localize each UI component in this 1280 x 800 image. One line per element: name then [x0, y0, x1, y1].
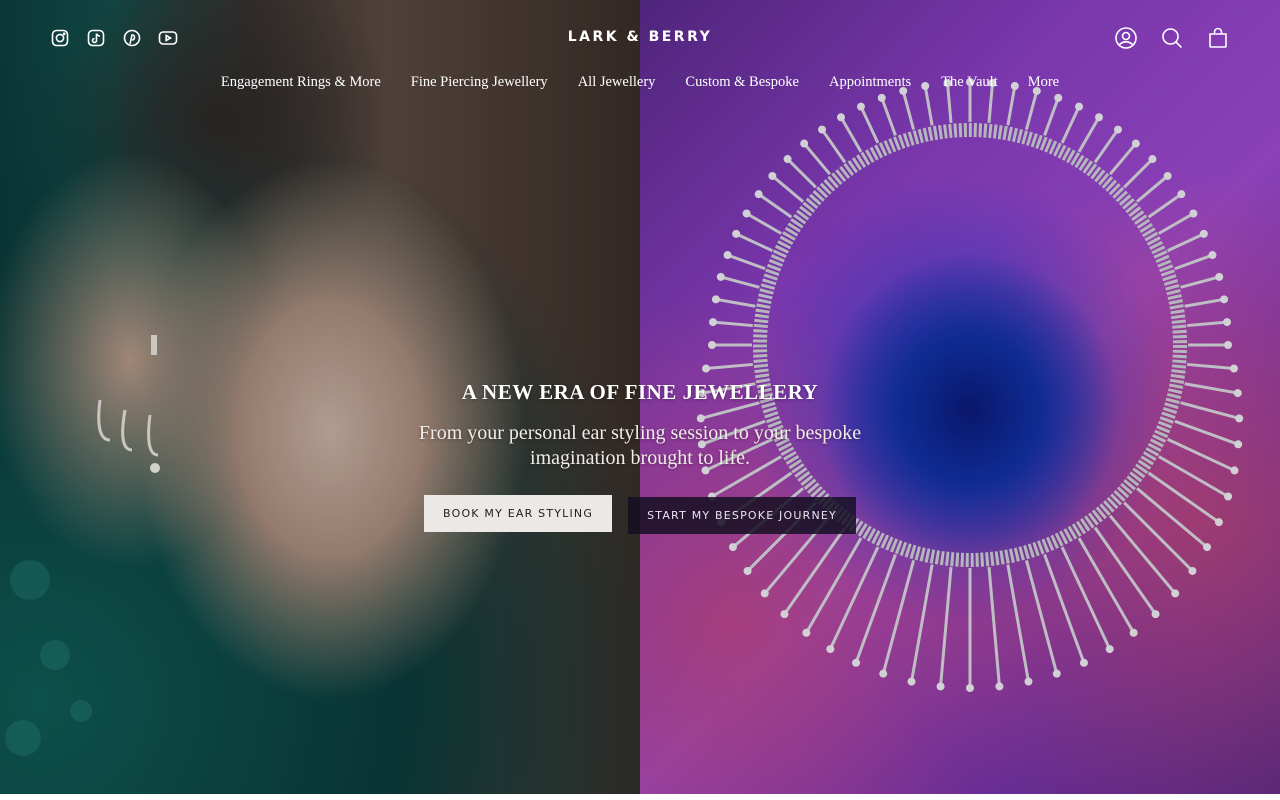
hero-content: A NEW ERA OF FINE JEWELLERY From your pe…: [0, 380, 1280, 534]
hero-buttons: BOOK MY EAR STYLING START MY BESPOKE JOU…: [0, 495, 1280, 534]
main-navigation: Engagement Rings & More Fine Piercing Je…: [0, 74, 1280, 91]
nav-item-appointments[interactable]: Appointments: [829, 74, 911, 91]
pinterest-icon[interactable]: [122, 28, 142, 48]
nav-item-the-vault[interactable]: The Vault: [941, 74, 998, 91]
cart-icon[interactable]: [1206, 26, 1230, 50]
nav-item-more[interactable]: More: [1028, 74, 1059, 91]
hero-headline: A NEW ERA OF FINE JEWELLERY: [461, 380, 819, 404]
social-links: [50, 28, 178, 48]
search-icon[interactable]: [1160, 26, 1184, 50]
nav-item-fine-piercing[interactable]: Fine Piercing Jewellery: [411, 74, 548, 91]
youtube-icon[interactable]: [158, 28, 178, 48]
nav-item-all-jewellery[interactable]: All Jewellery: [578, 74, 656, 91]
book-ear-styling-button[interactable]: BOOK MY EAR STYLING: [424, 495, 613, 532]
hero-subtext: From your personal ear styling session t…: [418, 422, 862, 469]
instagram-icon[interactable]: [50, 28, 70, 48]
start-bespoke-journey-button[interactable]: START MY BESPOKE JOURNEY: [628, 497, 856, 534]
site-logo[interactable]: LARK & BERRY: [540, 29, 740, 45]
nav-item-custom-bespoke[interactable]: Custom & Bespoke: [685, 74, 799, 91]
utility-links: [1114, 26, 1230, 50]
site-header: LARK & BERRY Engagement Rings & More Fin…: [0, 0, 1280, 110]
page-bottom-edge: [0, 794, 1280, 800]
nav-item-engagement-rings[interactable]: Engagement Rings & More: [221, 74, 381, 91]
tiktok-icon[interactable]: [86, 28, 106, 48]
account-icon[interactable]: [1114, 26, 1138, 50]
